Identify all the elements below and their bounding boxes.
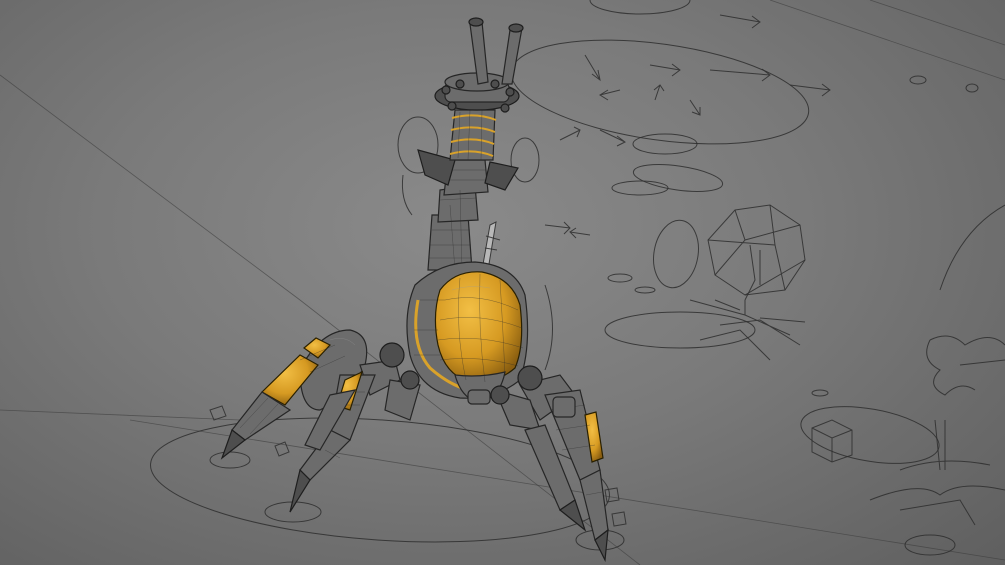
robot-model[interactable] — [209, 17, 627, 563]
rig-controls[interactable] — [146, 0, 1005, 556]
rig-arrows[interactable] — [544, 14, 831, 239]
3d-viewport[interactable] — [0, 0, 1005, 565]
secondary-rig[interactable] — [689, 204, 1005, 526]
